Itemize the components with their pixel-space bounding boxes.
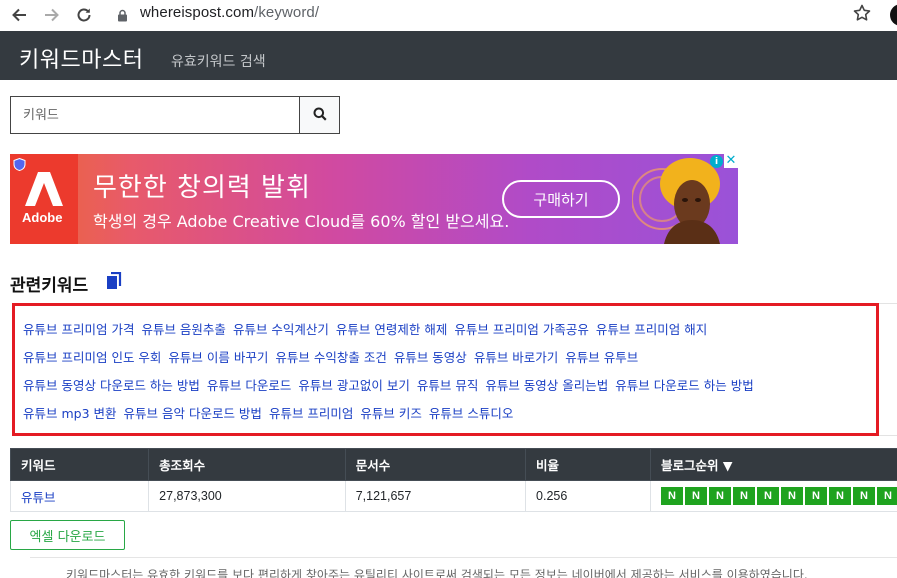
forward-arrow-icon[interactable] <box>41 4 63 26</box>
related-keyword-link[interactable]: 유튜브 연령제한 해제 <box>336 316 447 344</box>
ratio-cell: 0.256 <box>525 480 651 512</box>
address-bar[interactable]: whereispost.com/keyword/ <box>140 4 319 21</box>
related-keyword-link[interactable]: 유튜브 다운로드 <box>207 372 291 400</box>
browser-toolbar: whereispost.com/keyword/ <box>0 0 897 31</box>
excel-download-button[interactable]: 엑셀 다운로드 <box>10 520 125 550</box>
adchoices-icon[interactable]: i <box>710 155 723 168</box>
keyword-stats-table: 키워드 총조회수 문서수 비율 블로그순위 ▼ 유튜브 27,873,300 7… <box>9 448 897 512</box>
related-keyword-link[interactable]: 유튜브 이름 바꾸기 <box>168 344 268 372</box>
column-header-blog-rank[interactable]: 블로그순위 ▼ <box>650 448 897 481</box>
blog-rank-badge[interactable]: N <box>853 487 875 505</box>
url-path: /keyword/ <box>254 4 320 21</box>
keyword-line: 유튜브 동영상 다운로드 하는 방법 유튜브 다운로드 유튜브 광고없이 보기 유튜브… <box>23 372 868 400</box>
ad-subtext: 학생의 경우 Adobe Creative Cloud를 60% 할인 받으세요… <box>93 212 510 231</box>
related-keywords-box: 유튜브 프리미엄 가격 유튜브 음원추출 유튜브 수익계산기 유튜브 연령제한 해제 유… <box>12 303 879 436</box>
related-keyword-link[interactable]: 유튜브 다운로드 하는 방법 <box>615 372 753 400</box>
column-header-docs: 문서수 <box>344 448 527 481</box>
profile-avatar[interactable] <box>890 4 897 26</box>
related-keyword-link[interactable]: 유튜브 프리미엄 <box>269 400 353 428</box>
blog-rank-badge[interactable]: N <box>709 487 731 505</box>
related-keyword-link[interactable]: 유튜브 수익창출 조건 <box>275 344 386 372</box>
blog-rank-badge[interactable]: N <box>805 487 827 505</box>
bookmark-star-icon[interactable] <box>852 3 872 27</box>
related-keyword-link[interactable]: 유튜브 mp3 변환 <box>23 400 117 428</box>
blog-rank-cell: NNNNNNNNNN <box>650 480 897 512</box>
blog-rank-badge[interactable]: N <box>829 487 851 505</box>
related-keyword-link[interactable]: 유튜브 프리미엄 인도 우회 <box>23 344 161 372</box>
footer-divider <box>30 557 897 558</box>
keyword-line: 유튜브 프리미엄 가격 유튜브 음원추출 유튜브 수익계산기 유튜브 연령제한 해제 유… <box>23 316 868 344</box>
ad-headline: 무한한 창의력 발휘 <box>93 173 311 203</box>
related-keyword-link[interactable]: 유튜브 수익계산기 <box>233 316 329 344</box>
ad-shield-icon <box>13 156 26 172</box>
related-keyword-link[interactable]: 유튜브 프리미엄 가족공유 <box>454 316 588 344</box>
blog-rank-badge[interactable]: N <box>661 487 683 505</box>
related-keyword-link[interactable]: 유튜브 음악 다운로드 방법 <box>124 400 262 428</box>
search-button[interactable] <box>299 96 340 134</box>
column-header-views: 총조회수 <box>148 448 346 481</box>
keyword-line: 유튜브 프리미엄 인도 우회 유튜브 이름 바꾸기 유튜브 수익창출 조건 유튜브 동… <box>23 344 868 372</box>
reload-icon[interactable] <box>73 4 95 26</box>
blog-rank-badge[interactable]: N <box>757 487 779 505</box>
related-keyword-link[interactable]: 유튜브 키즈 <box>360 400 421 428</box>
ad-close-icon[interactable]: ✕ <box>724 154 738 168</box>
ad-buy-button[interactable]: 구매하기 <box>502 180 620 218</box>
related-keyword-link[interactable]: 유튜브 바로가기 <box>474 344 558 372</box>
keyword-line: 유튜브 mp3 변환 유튜브 음악 다운로드 방법 유튜브 프리미엄 유튜브 키즈 유튜… <box>23 400 868 428</box>
lock-icon[interactable] <box>117 7 128 26</box>
blog-rank-badge[interactable]: N <box>733 487 755 505</box>
ad-person-image <box>632 158 720 244</box>
footer-notice: 키워드마스터는 유효한 키워드를 보다 편리하게 찾아주는 유틸리티 사이트로써… <box>66 568 808 578</box>
related-keyword-link[interactable]: 유튜브 음원추출 <box>141 316 225 344</box>
blog-rank-badge[interactable]: N <box>877 487 897 505</box>
related-keyword-link[interactable]: 유튜브 광고없이 보기 <box>298 372 409 400</box>
related-keyword-link[interactable]: 유튜브 뮤직 <box>417 372 478 400</box>
docs-cell: 7,121,657 <box>344 480 527 512</box>
related-keyword-link[interactable]: 유튜브 동영상 다운로드 하는 방법 <box>23 372 200 400</box>
blog-rank-badge[interactable]: N <box>781 487 803 505</box>
related-keyword-link[interactable]: 유튜브 동영상 올리는법 <box>485 372 608 400</box>
related-keywords-title: 관련키워드 <box>10 276 89 296</box>
keyword-search-input[interactable] <box>10 96 300 134</box>
related-keyword-link[interactable]: 유튜브 동영상 <box>394 344 467 372</box>
site-header: 키워드마스터 유효키워드 검색 <box>0 31 897 80</box>
ad-banner[interactable]: Adobe 무한한 창의력 발휘 학생의 경우 Adobe Creative C… <box>10 154 738 244</box>
related-keyword-link[interactable]: 유튜브 프리미엄 가격 <box>23 316 134 344</box>
adobe-logo-text: Adobe <box>22 210 63 225</box>
back-arrow-icon[interactable] <box>8 4 30 26</box>
header-subtitle: 유효키워드 검색 <box>171 54 266 70</box>
search-icon <box>313 106 327 125</box>
column-header-keyword: 키워드 <box>9 448 150 481</box>
table-row: 유튜브 27,873,300 7,121,657 0.256 NNNNNNNNN… <box>9 480 897 512</box>
column-header-ratio: 비율 <box>525 448 651 481</box>
copy-icon[interactable] <box>106 271 122 294</box>
views-cell: 27,873,300 <box>148 480 346 512</box>
related-keyword-link[interactable]: 유튜브 프리미엄 해지 <box>596 316 707 344</box>
brand-logo-text[interactable]: 키워드마스터 <box>19 42 143 74</box>
blog-rank-badge[interactable]: N <box>685 487 707 505</box>
related-keyword-link[interactable]: 유튜브 유투브 <box>565 344 638 372</box>
related-keyword-link[interactable]: 유튜브 스튜디오 <box>429 400 513 428</box>
divider <box>879 303 897 436</box>
url-host: whereispost.com <box>140 4 255 21</box>
keyword-cell[interactable]: 유튜브 <box>9 480 150 512</box>
